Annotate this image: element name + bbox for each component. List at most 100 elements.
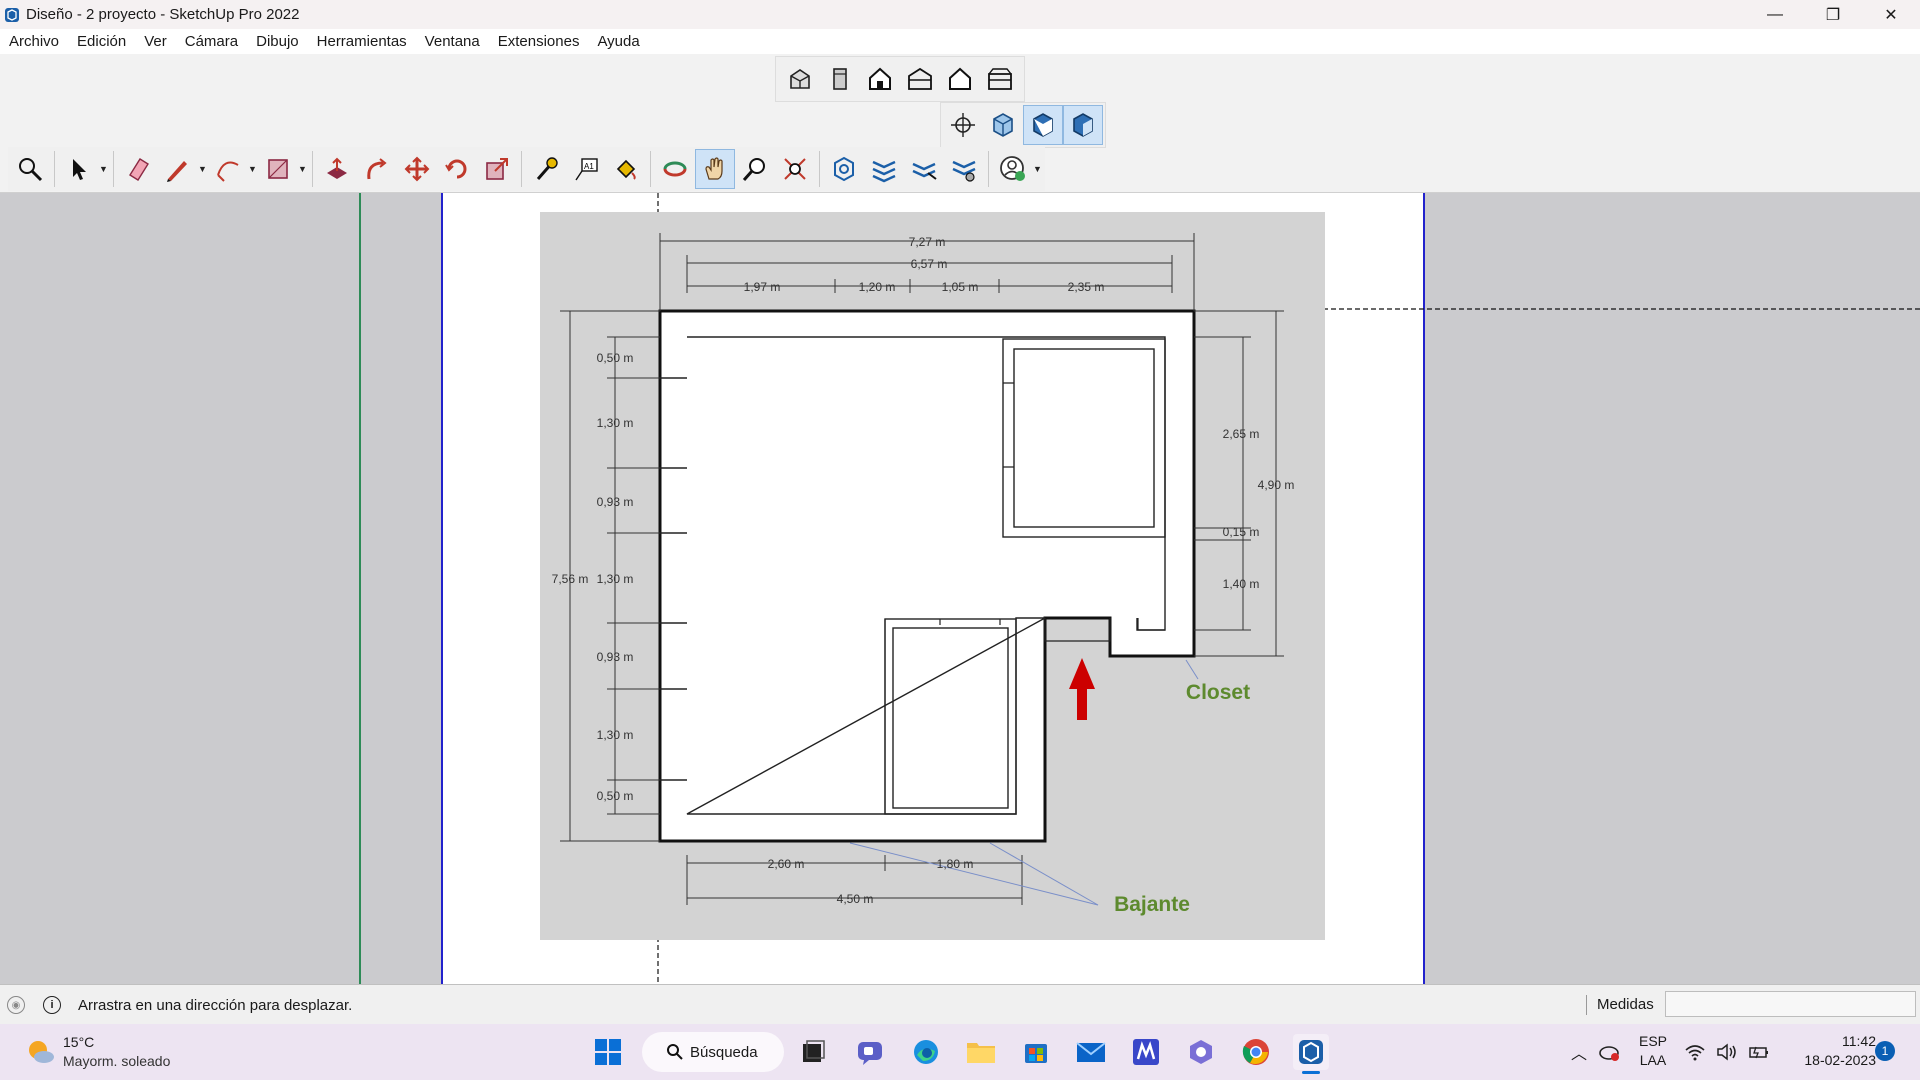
volume-icon[interactable] [1712,1034,1742,1070]
start-button[interactable] [590,1034,626,1070]
menu-ventana[interactable]: Ventana [416,33,489,50]
language-indicator[interactable]: ESP LAA [1636,1032,1670,1070]
minimize-button[interactable]: — [1746,0,1804,29]
text-label-icon[interactable]: A1 [566,149,606,189]
shaded-icon[interactable] [1023,105,1063,145]
select-dropdown-icon[interactable]: ▼ [99,164,109,174]
menu-edicion[interactable]: Edición [68,33,135,50]
dim-bottom-total: 4,50 m [837,892,874,906]
notification-badge[interactable]: 1 [1875,1041,1895,1061]
keyboard-layout: LAA [1639,1052,1667,1068]
toolbar-area: ▼ ▼ ▼ ▼ A1 ▼ [0,54,1920,193]
menu-camara[interactable]: Cámara [176,33,247,50]
paint-bucket-icon[interactable] [606,149,646,189]
shape-dropdown-icon[interactable]: ▼ [298,164,308,174]
chrome-icon[interactable] [1238,1034,1274,1070]
follow-me-icon[interactable] [357,149,397,189]
main-toolbar: ▼ ▼ ▼ ▼ A1 ▼ [8,147,1045,191]
right-view-icon[interactable] [900,59,940,99]
orbit-icon[interactable] [655,149,695,189]
back-view-icon[interactable] [940,59,980,99]
pan-hand-icon[interactable] [695,149,735,189]
move-icon[interactable] [397,149,437,189]
menu-ayuda[interactable]: Ayuda [588,33,648,50]
separator [988,151,989,187]
copilot-icon[interactable] [1183,1034,1219,1070]
menu-herramientas[interactable]: Herramientas [308,33,416,50]
language-code: ESP [1638,1033,1667,1049]
separator [312,151,313,187]
taskbar-search[interactable]: Búsqueda [642,1032,784,1072]
drawing-viewport[interactable]: 7,27 m 6,57 m 1,97 m 1,20 m 1,05 m 2,35 … [0,193,1920,984]
push-pull-icon[interactable] [317,149,357,189]
dim-left-6: 1,30 m [597,728,634,742]
zoom-icon[interactable] [735,149,775,189]
dim-left-2: 1,30 m [597,416,634,430]
clock[interactable]: 11:42 18-02-2023 [1780,1032,1876,1070]
select-icon[interactable] [59,149,99,189]
line-dropdown-icon[interactable]: ▼ [198,164,208,174]
maximize-button[interactable]: ❐ [1804,0,1862,29]
arc-icon[interactable] [208,149,248,189]
tape-measure-icon[interactable] [526,149,566,189]
eraser-icon[interactable] [118,149,158,189]
top-view-icon[interactable] [820,59,860,99]
dim-bottom-2: 1,80 m [937,857,974,871]
arc-dropdown-icon[interactable]: ▼ [248,164,258,174]
wifi-icon[interactable] [1680,1034,1710,1070]
closet-label: Closet [1186,681,1250,704]
display-section-planes-icon[interactable] [864,149,904,189]
model-canvas[interactable]: 7,27 m 6,57 m 1,97 m 1,20 m 1,05 m 2,35 … [0,193,1920,984]
app-m-icon[interactable] [1128,1034,1164,1070]
rotate-icon[interactable] [437,149,477,189]
left-view-icon[interactable] [980,59,1020,99]
zoom-extents-icon[interactable] [10,149,50,189]
edge-browser-icon[interactable] [908,1034,944,1070]
search-label: Búsqueda [690,1043,758,1061]
file-explorer-icon[interactable] [963,1034,999,1070]
separator [113,151,114,187]
front-view-icon[interactable] [860,59,900,99]
active-app-indicator [1302,1071,1320,1074]
dim-right-total: 4,90 m [1258,478,1295,492]
section-plane-icon[interactable] [824,149,864,189]
menu-archivo[interactable]: Archivo [0,33,68,50]
task-view-icon[interactable] [795,1034,831,1070]
section-fill-icon[interactable] [944,149,984,189]
menu-dibujo[interactable]: Dibujo [247,33,308,50]
menu-extensiones[interactable]: Extensiones [489,33,589,50]
network-cloud-icon[interactable] [1592,1034,1626,1070]
mail-icon[interactable] [1073,1034,1109,1070]
zoom-window-icon[interactable] [775,149,815,189]
dim-top-1: 1,97 m [744,280,781,294]
sketchup-app-icon [5,7,19,22]
sketchup-taskbar-icon[interactable] [1293,1034,1329,1070]
display-section-cuts-icon[interactable] [904,149,944,189]
pencil-line-icon[interactable] [158,149,198,189]
window-title: Diseño - 2 proyecto - SketchUp Pro 2022 [26,6,300,23]
weather-widget[interactable]: 15°C Mayorm. soleado [24,1030,170,1074]
iso-view-icon[interactable] [780,59,820,99]
close-button[interactable]: ✕ [1862,0,1920,29]
views-toolbar [775,56,1025,102]
teams-chat-icon[interactable] [852,1034,888,1070]
account-dropdown-icon[interactable]: ▼ [1033,164,1043,174]
dim-left-1: 0,50 m [597,351,634,365]
account-icon[interactable] [993,149,1033,189]
scale-icon[interactable] [477,149,517,189]
menu-ver[interactable]: Ver [135,33,176,50]
shaded-textures-icon[interactable] [1063,105,1103,145]
measures-input[interactable] [1665,991,1916,1017]
xray-icon[interactable] [943,105,983,145]
svg-text:A1: A1 [584,162,594,171]
geolocation-icon[interactable]: ◉ [7,996,25,1014]
microsoft-store-icon[interactable] [1018,1034,1054,1070]
battery-icon[interactable] [1744,1034,1774,1070]
hidden-line-icon[interactable] [983,105,1023,145]
info-icon[interactable]: i [43,996,61,1014]
measures-divider [1586,995,1587,1015]
separator [54,151,55,187]
dim-inner-width: 6,57 m [911,257,948,271]
dim-bottom-1: 2,60 m [768,857,805,871]
rectangle-icon[interactable] [258,149,298,189]
